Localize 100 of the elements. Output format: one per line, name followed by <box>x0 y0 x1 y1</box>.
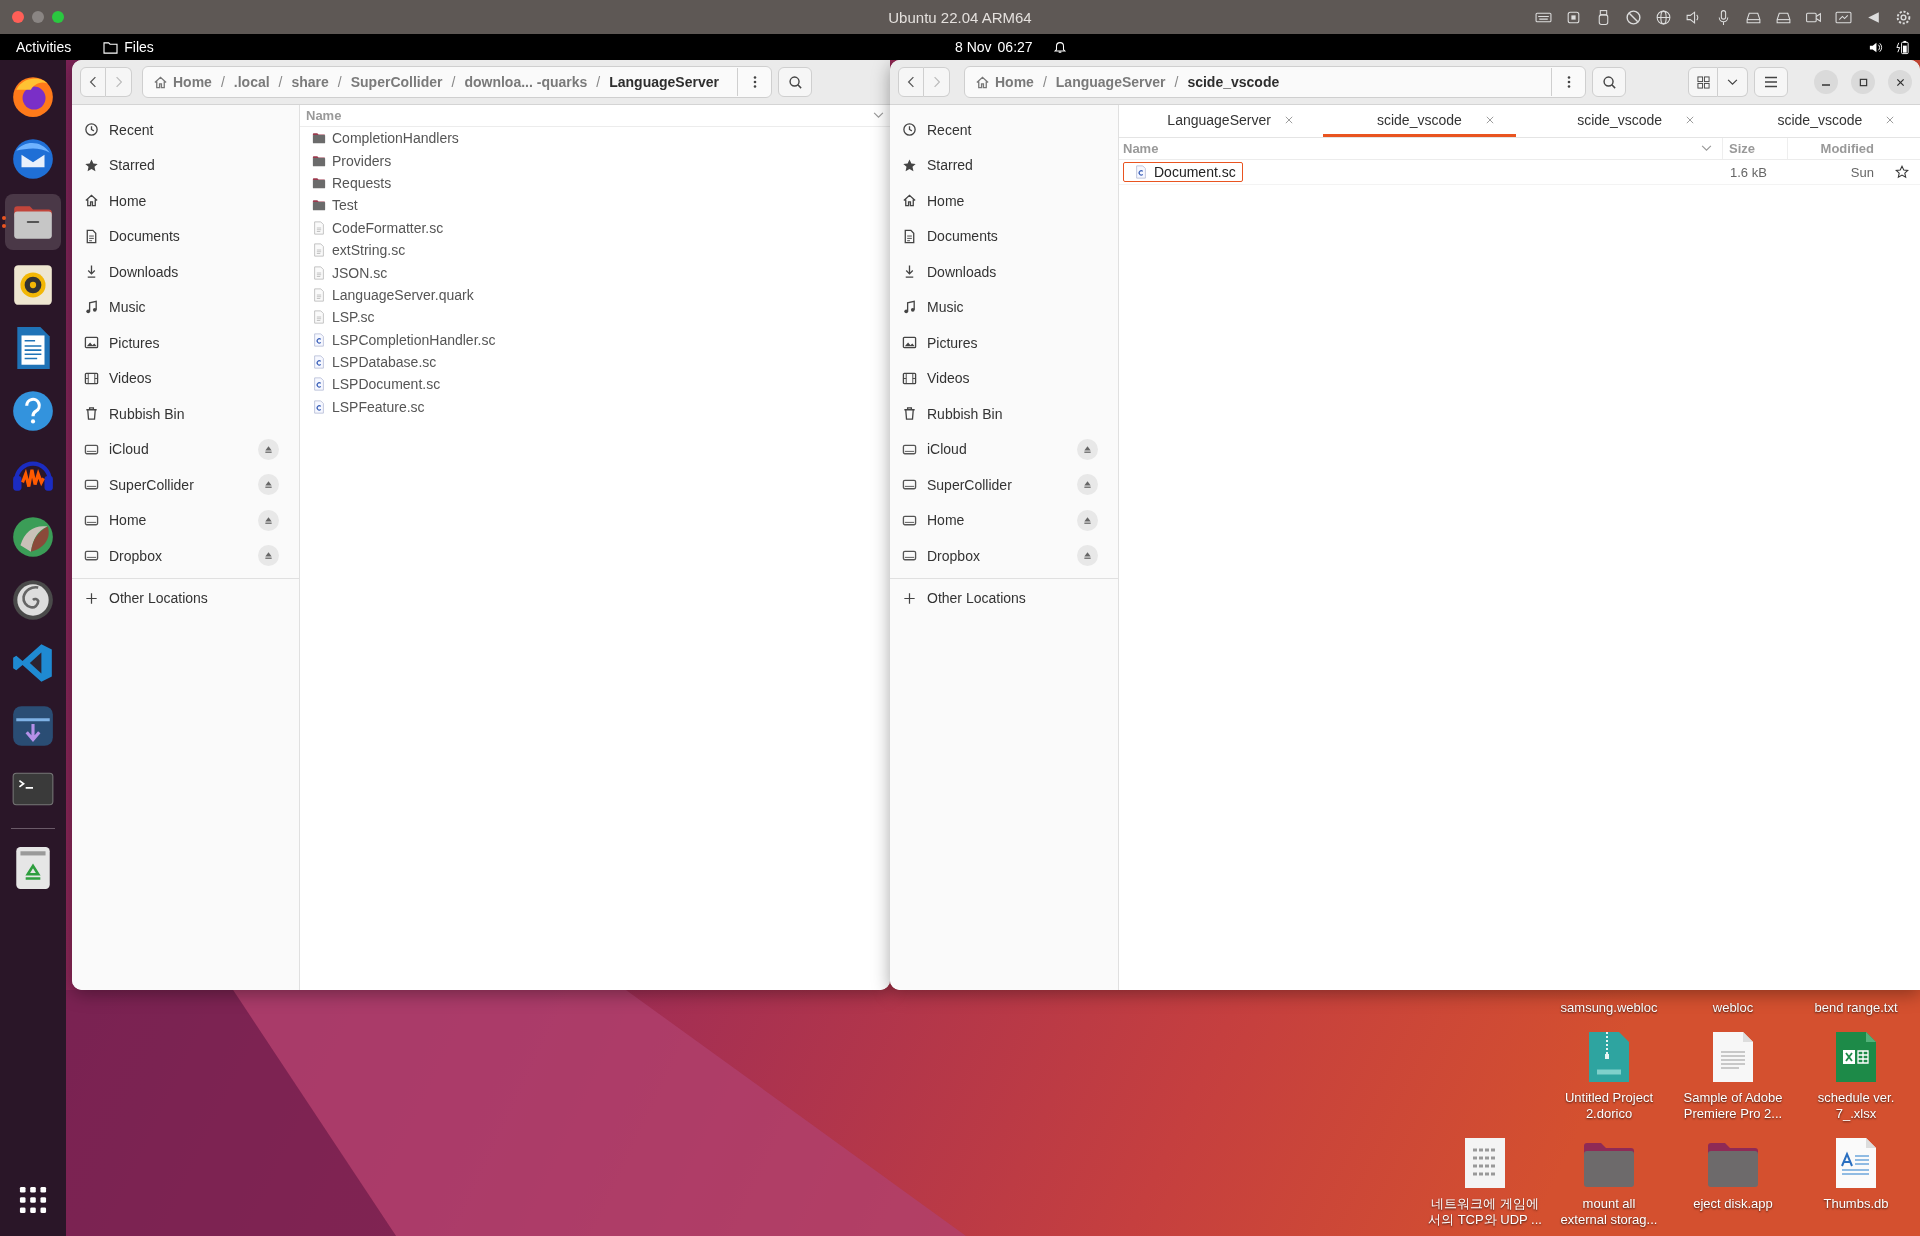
file-label[interactable]: schedule ver. 7_.xlsx <box>1817 1090 1895 1122</box>
file-row[interactable]: Requests <box>300 171 890 195</box>
file-label[interactable]: samsung.webloc <box>1560 1000 1658 1016</box>
file-row[interactable]: LSPDocument.sc <box>300 373 890 396</box>
file-label[interactable]: bend range.txt <box>1814 1000 1898 1016</box>
path-crumb[interactable]: Home <box>975 74 1034 90</box>
file-row[interactable]: LSPCompletionHandler.sc <box>300 328 890 351</box>
file-row[interactable]: JSON.sc <box>300 261 890 284</box>
tab[interactable]: scide_vscode <box>1523 105 1716 137</box>
path-crumb[interactable]: downloa... -quarks <box>464 74 588 90</box>
file-row[interactable]: extString.sc <box>300 238 890 262</box>
file-row[interactable]: LSPDatabase.sc <box>300 350 890 374</box>
eject-button[interactable] <box>258 509 279 531</box>
path-crumb[interactable]: LanguageServer <box>1055 74 1166 90</box>
search-button[interactable] <box>1592 67 1626 97</box>
app-menu[interactable]: Files <box>95 39 162 55</box>
path-crumb[interactable]: Home <box>153 74 212 90</box>
sidebar-item[interactable]: SuperCollider <box>890 467 1118 503</box>
sidebar-item[interactable]: Rubbish Bin <box>72 396 299 432</box>
menu-button[interactable] <box>1754 67 1788 97</box>
path-crumb[interactable]: SuperCollider <box>350 74 443 90</box>
sidebar-item[interactable]: Videos <box>72 360 299 396</box>
sidebar-item[interactable]: Documents <box>72 218 299 254</box>
star-icon[interactable] <box>1895 165 1909 179</box>
path-crumb[interactable]: LanguageServer <box>609 74 719 90</box>
file-label[interactable]: Sample of Adobe Premiere Pro 2... <box>1683 1090 1783 1122</box>
file-label[interactable]: Thumbs.db <box>1823 1196 1889 1212</box>
help-icon[interactable] <box>10 388 56 434</box>
bird-envelope-icon[interactable] <box>10 136 56 182</box>
sidebar-item[interactable]: Home <box>890 183 1118 219</box>
close-icon[interactable] <box>1285 115 1294 124</box>
maximize-button[interactable] <box>1851 70 1875 94</box>
sidebar-item[interactable]: Dropbox <box>890 538 1118 574</box>
sidebar-item[interactable]: Videos <box>890 360 1118 396</box>
eject-button[interactable] <box>1077 545 1098 567</box>
sidebar-item[interactable]: Starred <box>890 147 1118 183</box>
close-button[interactable] <box>1888 70 1912 94</box>
globe-icon[interactable] <box>1655 8 1672 26</box>
file-row[interactable]: CompletionHandlers <box>300 127 890 150</box>
sidebar-item[interactable]: Pictures <box>72 325 299 361</box>
sidebar-item[interactable]: Dropbox <box>72 538 299 574</box>
sidebar-item[interactable]: Rubbish Bin <box>890 396 1118 432</box>
eject-button[interactable] <box>258 545 279 567</box>
tab[interactable]: scide_vscode <box>1323 105 1516 137</box>
close-icon[interactable] <box>1485 115 1494 124</box>
sidebar-item[interactable]: Other Locations <box>890 580 1118 616</box>
eject-button[interactable] <box>1077 509 1098 531</box>
eject-button[interactable] <box>1077 474 1098 496</box>
file-label[interactable]: webloc <box>1712 1000 1754 1016</box>
tab[interactable]: LanguageServer <box>1123 105 1316 137</box>
zoom-button[interactable] <box>52 11 64 23</box>
sidebar-item[interactable]: Recent <box>890 112 1118 148</box>
grid-view-button[interactable] <box>1688 67 1718 97</box>
activities-button[interactable]: Activities <box>0 39 80 55</box>
sidebar-item[interactable]: iCloud <box>890 431 1118 467</box>
sidebar-item[interactable]: Starred <box>72 147 299 183</box>
file-row[interactable]: Test <box>300 194 890 217</box>
minimize-button[interactable] <box>1814 70 1838 94</box>
file-name-cell[interactable]: Document.sc <box>1123 162 1243 182</box>
sidebar-item[interactable]: Recent <box>72 112 299 148</box>
sidebar-item[interactable]: Home <box>72 183 299 219</box>
back-button[interactable] <box>80 67 106 97</box>
file-label[interactable]: mount all external storag... <box>1560 1196 1658 1228</box>
sidebar-item[interactable]: Downloads <box>890 254 1118 290</box>
back-button[interactable] <box>898 67 924 97</box>
path-crumb[interactable]: scide_vscode <box>1187 74 1280 90</box>
eject-button[interactable] <box>1077 438 1098 460</box>
sidebar-item[interactable]: Pictures <box>890 325 1118 361</box>
path-crumb[interactable]: share <box>291 74 329 90</box>
sidebar-item[interactable]: iCloud <box>72 431 299 467</box>
spiral-icon[interactable] <box>10 577 56 623</box>
sidebar-item[interactable]: SuperCollider <box>72 467 299 503</box>
app-grid-icon[interactable] <box>19 1186 47 1214</box>
file-label[interactable]: Untitled Project 2.dorico <box>1564 1090 1654 1122</box>
sidebar-item[interactable]: Other Locations <box>72 580 299 616</box>
file-row[interactable]: CodeFormatter.sc <box>300 216 890 239</box>
battery-icon[interactable] <box>1895 39 1910 55</box>
sidebar-item[interactable]: Music <box>72 289 299 325</box>
path-crumb[interactable]: .local <box>233 74 270 90</box>
eject-button[interactable] <box>258 474 279 496</box>
file-row[interactable]: LanguageServer.quark <box>300 283 890 307</box>
close-icon[interactable] <box>1685 115 1694 124</box>
arrow-app-icon[interactable] <box>10 703 56 749</box>
bell-icon[interactable] <box>1052 40 1067 54</box>
sidebar-item[interactable]: Home <box>72 502 299 538</box>
eject-button[interactable] <box>258 438 279 460</box>
sidebar-item[interactable]: Music <box>890 289 1118 325</box>
gear-icon[interactable] <box>1895 8 1912 26</box>
file-row[interactable]: LSP.sc <box>300 306 890 329</box>
file-row[interactable]: LSPFeature.sc <box>300 395 890 419</box>
tab[interactable]: scide_vscode <box>1723 105 1916 137</box>
blocked-icon[interactable] <box>1625 8 1642 26</box>
sidebar-item[interactable]: Documents <box>890 218 1118 254</box>
sort-caret-icon[interactable] <box>873 112 884 119</box>
file-label[interactable]: eject disk.app <box>1693 1196 1773 1212</box>
leaf-circle-icon[interactable] <box>10 514 56 560</box>
sidebar-item[interactable]: Home <box>890 502 1118 538</box>
file-label[interactable]: 네트워크에 게임에 서의 TCP와 UDP ... <box>1428 1196 1542 1228</box>
search-button[interactable] <box>778 67 812 97</box>
close-icon[interactable] <box>1886 115 1894 124</box>
